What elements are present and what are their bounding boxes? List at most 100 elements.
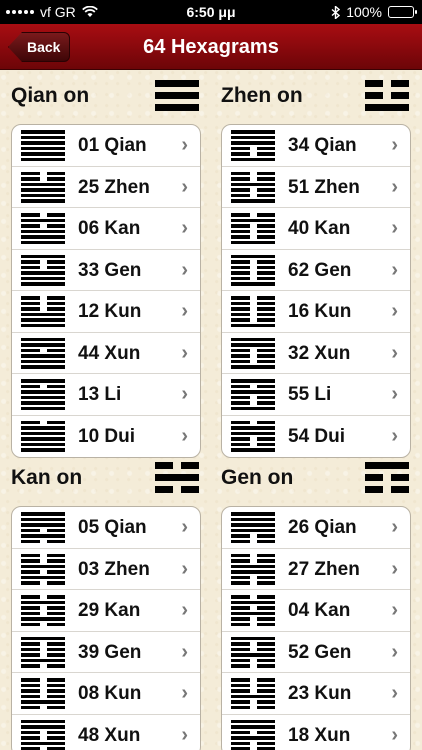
hexagram-label: 51 Zhen <box>288 176 360 198</box>
solid-line <box>155 104 199 111</box>
broken-line <box>231 401 275 405</box>
chevron-right-icon: › <box>391 175 398 198</box>
solid-line <box>231 517 275 521</box>
solid-line <box>155 80 199 87</box>
broken-line <box>231 265 275 269</box>
broken-line <box>231 152 275 156</box>
broken-line <box>21 570 65 574</box>
hexagram-row[interactable]: 62 Gen › <box>222 250 410 291</box>
broken-line <box>231 296 275 300</box>
hexagram-icon <box>231 420 275 452</box>
solid-line <box>21 218 65 222</box>
solid-line <box>231 512 275 516</box>
hexagram-icon <box>231 337 275 369</box>
hexagram-row[interactable]: 06 Kan › <box>12 208 200 250</box>
chevron-right-icon: › <box>181 217 188 239</box>
section-header: Zhen on <box>221 78 411 124</box>
hexagram-row[interactable]: 40 Kan › <box>222 208 410 250</box>
hexagram-label: 40 Kan <box>288 218 351 239</box>
broken-line <box>231 683 275 687</box>
solid-line <box>231 636 275 640</box>
solid-line <box>231 736 275 740</box>
nav-bar: Back 64 Hexagrams <box>0 24 422 70</box>
section-title: Qian on <box>11 84 90 107</box>
solid-line <box>21 365 65 369</box>
solid-line <box>231 528 275 532</box>
solid-line <box>21 337 65 341</box>
solid-line <box>231 611 275 615</box>
solid-line <box>21 282 65 286</box>
hexagram-icon <box>231 719 275 750</box>
solid-line <box>21 741 65 745</box>
broken-line <box>365 474 409 481</box>
broken-line <box>21 260 65 264</box>
hexagram-row[interactable]: 01 Qian › <box>12 125 200 167</box>
hexagram-row[interactable]: 16 Kun › <box>222 291 410 333</box>
broken-line <box>21 307 65 311</box>
hexagram-row[interactable]: 27 Zhen › <box>222 549 410 590</box>
broken-line <box>231 171 275 175</box>
hexagram-row[interactable]: 12 Kun › <box>12 291 200 333</box>
hexagram-row[interactable]: 54 Dui › <box>222 416 410 458</box>
broken-line <box>21 611 65 615</box>
broken-line <box>21 581 65 585</box>
hexagram-row[interactable]: 05 Qian › <box>12 507 200 549</box>
hexagram-row[interactable]: 32 Xun › <box>222 333 410 374</box>
hexagram-list: 05 Qian › 03 Zhen › 29 Kan › 39 Gen › 08 Kun › 48 … <box>11 506 201 750</box>
hexagram-row[interactable]: 03 Zhen › <box>12 549 200 590</box>
chevron-right-icon: › <box>181 723 188 746</box>
solid-line <box>21 135 65 139</box>
hexagram-row[interactable]: 52 Gen › <box>222 632 410 673</box>
hexagram-icon <box>21 254 65 286</box>
broken-line <box>231 442 275 446</box>
hexagram-row[interactable]: 33 Gen › <box>12 250 200 291</box>
hexagram-label: 52 Gen <box>288 641 352 663</box>
hexagram-row[interactable]: 08 Kun › <box>12 673 200 715</box>
hexagram-row[interactable]: 55 Li › <box>222 374 410 416</box>
page-title: 64 Hexagrams <box>143 36 279 58</box>
hexagram-row[interactable]: 23 Kun › <box>222 673 410 715</box>
hexagram-row[interactable]: 04 Kan › <box>222 590 410 632</box>
solid-line <box>21 617 65 621</box>
hexagram-row[interactable]: 34 Qian › <box>222 125 410 167</box>
hexagram-row[interactable]: 51 Zhen › <box>222 167 410 208</box>
hexagram-row[interactable]: 18 Xun › <box>222 715 410 750</box>
broken-line <box>21 705 65 709</box>
hexagram-icon <box>231 254 275 286</box>
hexagram-row[interactable]: 25 Zhen › <box>12 167 200 208</box>
solid-line <box>231 182 275 186</box>
chevron-right-icon: › <box>391 557 398 580</box>
hexagram-row[interactable]: 44 Xun › <box>12 333 200 374</box>
hexagram-icon <box>21 678 65 709</box>
broken-line <box>231 437 275 441</box>
solid-line <box>21 146 65 150</box>
hexagram-row[interactable]: 39 Gen › <box>12 632 200 673</box>
solid-line <box>231 379 275 383</box>
hexagram-label: 32 Xun <box>288 342 351 364</box>
solid-line <box>21 725 65 729</box>
hexagram-icon <box>21 719 65 750</box>
solid-line <box>21 254 65 258</box>
broken-line <box>231 229 275 233</box>
hexagram-icon <box>21 553 65 585</box>
hexagram-row[interactable]: 29 Kan › <box>12 590 200 632</box>
chevron-right-icon: › <box>181 134 188 156</box>
solid-line <box>231 390 275 394</box>
broken-line <box>365 92 409 99</box>
hexagram-label: 03 Zhen <box>78 558 150 580</box>
hexagram-row[interactable]: 48 Xun › <box>12 715 200 750</box>
chevron-right-icon: › <box>391 383 398 405</box>
hexagram-list: 34 Qian › 51 Zhen › 40 Kan › 62 Gen › 16 Kun › 32 … <box>221 124 411 458</box>
broken-line <box>21 384 65 388</box>
broken-line <box>231 678 275 682</box>
hexagram-label: 12 Kun <box>78 301 142 322</box>
solid-line <box>231 431 275 435</box>
section-header: Kan on <box>11 460 201 506</box>
hexagram-row[interactable]: 10 Dui › <box>12 416 200 458</box>
solid-line <box>21 323 65 327</box>
solid-line <box>21 276 65 280</box>
hexagram-icon <box>21 213 65 244</box>
hexagram-row[interactable]: 13 Li › <box>12 374 200 416</box>
chevron-right-icon: › <box>181 258 188 281</box>
hexagram-row[interactable]: 26 Qian › <box>222 507 410 549</box>
